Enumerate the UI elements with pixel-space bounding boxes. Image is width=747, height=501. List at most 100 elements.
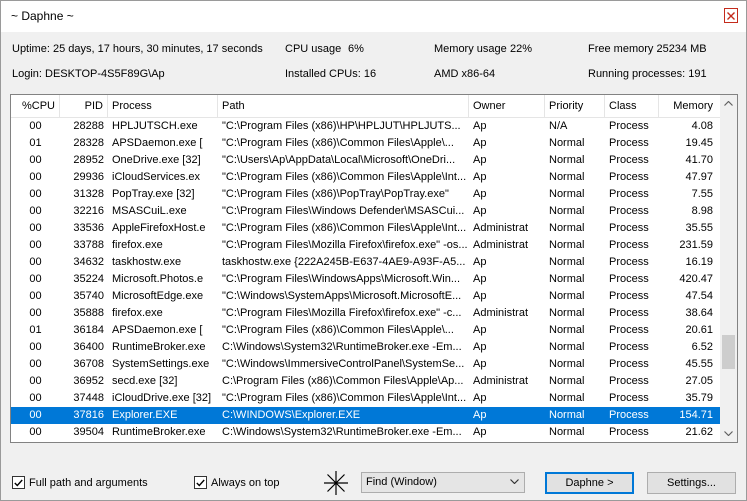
table-row[interactable]: 00 39504 RuntimeBroker.exe C:\Windows\Syste… — [11, 424, 720, 441]
window-finder-tool[interactable] — [323, 470, 349, 496]
path-cell: "C:\Program Files (x86)\Common Files\App… — [222, 171, 467, 183]
memory-cell: 19.45 — [685, 137, 713, 149]
table-row[interactable]: 00 33536 AppleFirefoxHost.e "C:\Program Fil… — [11, 220, 720, 237]
column-header-cpu[interactable]: %CPU — [11, 95, 60, 118]
table-row[interactable]: 00 36708 SystemSettings.exe "C:\Windows\Imm… — [11, 356, 720, 373]
memory-cell: 21.62 — [685, 426, 713, 438]
close-button[interactable] — [724, 8, 738, 23]
scroll-down-button[interactable] — [720, 425, 737, 442]
table-row[interactable]: 00 29936 iCloudServices.ex "C:\Program File… — [11, 169, 720, 186]
class-cell: Process — [609, 171, 649, 183]
column-header-memory[interactable]: Memory — [659, 95, 717, 118]
pid-cell: 35740 — [73, 290, 104, 302]
memory-cell: 47.54 — [685, 290, 713, 302]
installed-cpus-label: Installed CPUs: 16 — [285, 68, 377, 80]
owner-cell: Ap — [473, 341, 487, 353]
table-row[interactable]: 00 35888 firefox.exe "C:\Program Files\Mozi… — [11, 305, 720, 322]
pid-cell: 33536 — [73, 222, 104, 234]
table-row[interactable]: 00 28952 OneDrive.exe [32] "C:\Users\Ap\App… — [11, 152, 720, 169]
pid-cell: 39504 — [73, 426, 104, 438]
column-header-pid[interactable]: PID — [60, 95, 108, 118]
pid-cell: 35888 — [73, 307, 104, 319]
memory-cell: 4.08 — [691, 120, 713, 132]
cpu-cell: 00 — [29, 358, 42, 370]
priority-cell: Normal — [549, 409, 585, 421]
column-header-priority[interactable]: Priority — [545, 95, 605, 118]
pid-cell: 36400 — [73, 341, 104, 353]
pid-cell: 28288 — [73, 120, 104, 132]
table-row[interactable]: 00 37448 iCloudDrive.exe [32] "C:\Program F… — [11, 390, 720, 407]
scrollbar-thumb[interactable] — [722, 335, 735, 369]
owner-cell: Administrat — [473, 307, 529, 319]
column-header-class[interactable]: Class — [605, 95, 659, 118]
owner-cell: Ap — [473, 290, 487, 302]
process-cell: iCloudServices.ex — [112, 171, 201, 183]
class-cell: Process — [609, 341, 649, 353]
class-cell: Process — [609, 256, 649, 268]
process-cell: secd.exe [32] — [112, 375, 178, 387]
cpu-cell: 00 — [29, 171, 42, 183]
column-header-path[interactable]: Path — [218, 95, 469, 118]
table-row[interactable]: 00 37816 Explorer.EXE C:\WINDOWS\Explorer.E… — [11, 407, 720, 424]
process-cell: APSDaemon.exe [ — [112, 137, 203, 149]
checkbox-box[interactable] — [194, 476, 207, 489]
table-body: 00 28288 HPLJUTSCH.exe "C:\Program Files (x… — [11, 118, 720, 441]
path-cell: "C:\Program Files (x86)\PopTray\PopTray.… — [222, 188, 449, 200]
memory-cell: 231.59 — [679, 239, 713, 251]
class-cell: Process — [609, 307, 649, 319]
table-row[interactable]: 00 36952 secd.exe [32] C:\Program Files (x8… — [11, 373, 720, 390]
process-cell: PopTray.exe [32] — [112, 188, 195, 200]
class-cell: Process — [609, 188, 649, 200]
table-row[interactable]: 01 28328 APSDaemon.exe ["C:\Program Files … — [11, 135, 720, 152]
priority-cell: Normal — [549, 426, 585, 438]
memory-cell: 20.61 — [685, 324, 713, 336]
settings-button[interactable]: Settings... — [647, 472, 736, 494]
table-row[interactable]: 00 34632 taskhostw.exe taskhostw.exe {222A2… — [11, 254, 720, 271]
free-memory-label: Free memory 25234 MB — [588, 43, 707, 55]
table-row[interactable]: 01 36184 APSDaemon.exe ["C:\Program Files … — [11, 322, 720, 339]
owner-cell: Ap — [473, 205, 487, 217]
table-row[interactable]: 00 35740 MicrosoftEdge.exe "C:\Windows\Syst… — [11, 288, 720, 305]
table-row[interactable]: 00 35224 Microsoft.Photos.e "C:\Program Fil… — [11, 271, 720, 288]
path-cell: "C:\Program Files (x86)\HP\HPLJUT\HPLJUT… — [222, 120, 461, 132]
owner-cell: Ap — [473, 120, 487, 132]
checkbox-box[interactable] — [12, 476, 25, 489]
always-on-top-checkbox[interactable]: Always on top — [194, 476, 279, 489]
cpu-cell: 00 — [29, 205, 42, 217]
scroll-up-button[interactable] — [720, 95, 737, 112]
owner-cell: Ap — [473, 273, 487, 285]
priority-cell: Normal — [549, 324, 585, 336]
table-row[interactable]: 00 31328 PopTray.exe [32] "C:\Program Files… — [11, 186, 720, 203]
owner-cell: Ap — [473, 188, 487, 200]
column-header-owner[interactable]: Owner — [469, 95, 545, 118]
owner-cell: Ap — [473, 392, 487, 404]
memory-cell: 47.97 — [685, 171, 713, 183]
table-row[interactable]: 00 36400 RuntimeBroker.exe C:\Windows\Syste… — [11, 339, 720, 356]
memory-cell: 6.52 — [691, 341, 713, 353]
path-cell: "C:\Program Files (x86)\Common Files\App… — [222, 137, 454, 149]
daphne-button[interactable]: Daphne > — [545, 472, 634, 494]
table-row[interactable]: 00 32216 MSASCuiL.exe "C:\Program Files\Win… — [11, 203, 720, 220]
find-dropdown-value: Find (Window) — [366, 476, 437, 488]
pid-cell: 37816 — [73, 409, 104, 421]
full-path-checkbox[interactable]: Full path and arguments — [12, 476, 148, 489]
window-title: ~ Daphne ~ — [11, 9, 74, 23]
vertical-scrollbar[interactable] — [720, 95, 737, 442]
title-bar[interactable]: ~ Daphne ~ — [1, 1, 746, 32]
table-row[interactable]: 00 28288 HPLJUTSCH.exe "C:\Program Files (x… — [11, 118, 720, 135]
pid-cell: 36952 — [73, 375, 104, 387]
cpu-cell: 00 — [29, 341, 42, 353]
class-cell: Process — [609, 222, 649, 234]
process-cell: iCloudDrive.exe [32] — [112, 392, 212, 404]
cpu-cell: 00 — [29, 222, 42, 234]
memory-cell: 38.64 — [685, 307, 713, 319]
priority-cell: Normal — [549, 171, 585, 183]
table-row[interactable]: 00 33788 firefox.exe "C:\Program Files\Mozi… — [11, 237, 720, 254]
find-dropdown[interactable]: Find (Window) — [361, 472, 525, 493]
pid-cell: 29936 — [73, 171, 104, 183]
class-cell: Process — [609, 324, 649, 336]
column-header-process[interactable]: Process — [108, 95, 218, 118]
process-table[interactable]: %CPU PID Process Path Owner Priority Cla… — [10, 94, 738, 443]
cpu-usage-label: CPU usage — [285, 43, 342, 55]
memory-cell: 35.79 — [685, 392, 713, 404]
